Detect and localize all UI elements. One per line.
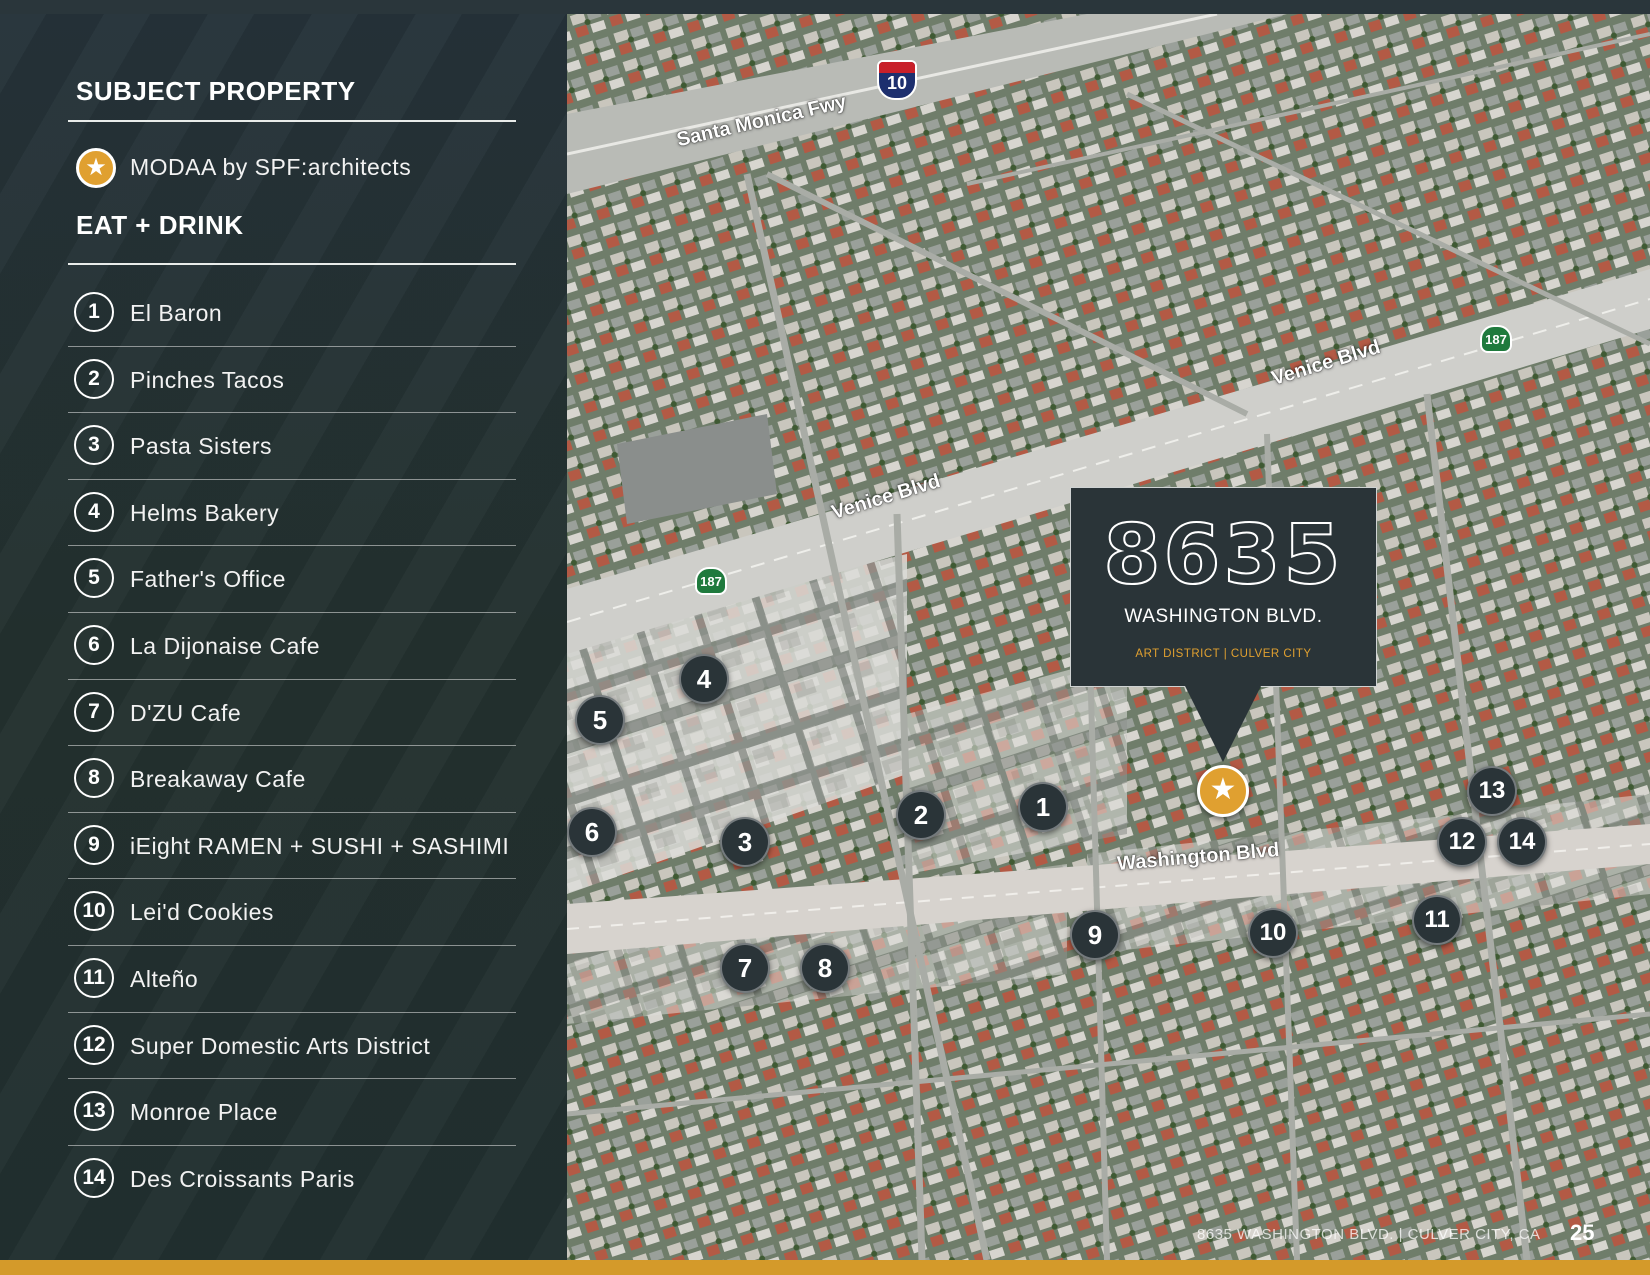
address-number: 8635 — [1102, 507, 1344, 604]
list-item: 4 Helms Bakery — [68, 480, 516, 547]
address-street: WASHINGTON BLVD. — [1124, 606, 1323, 627]
list-item-label: Alteño — [130, 965, 199, 992]
eat-drink-list: 1 El Baron 2 Pinches Tacos 3 Pasta Sisters 4 He… — [68, 280, 516, 1212]
map-marker-4: 4 — [679, 654, 729, 704]
list-item-label: Breakaway Cafe — [130, 766, 306, 793]
list-item-label: La Dijonaise Cafe — [130, 632, 321, 659]
eat-drink-heading: EAT + DRINK — [76, 210, 244, 240]
subject-row: ★ MODAA by SPF:architects — [68, 144, 516, 196]
list-item-label: D'ZU Cafe — [130, 699, 242, 726]
list-item-label: Lei'd Cookies — [130, 899, 274, 926]
property-callout: 8635 WASHINGTON BLVD. ART DISTRICT | CUL… — [1070, 487, 1377, 687]
map-marker-11: 11 — [1412, 895, 1462, 945]
callout-pointer — [1185, 686, 1261, 762]
aerial-map: Santa Monica Fwy 10 Venice Blvd Venice B… — [567, 14, 1650, 1260]
number-badge-icon: 4 — [74, 491, 114, 532]
subject-star-marker-icon: ★ — [1197, 765, 1249, 817]
list-item-label: Monroe Place — [130, 1099, 278, 1126]
list-item: 3 Pasta Sisters — [68, 413, 516, 480]
list-item: 5 Father's Office — [68, 546, 516, 613]
list-item-label: Helms Bakery — [130, 499, 280, 526]
footer-address: 8635 WASHINGTON BLVD. | CULVER CITY, CA — [1197, 1226, 1541, 1243]
list-item-label: Pasta Sisters — [130, 433, 272, 460]
subject-name: MODAA by SPF:architects — [130, 154, 412, 180]
list-item: 14 Des Croissants Paris — [68, 1146, 516, 1213]
list-item: 6 La Dijonaise Cafe — [68, 613, 516, 680]
list-item-label: Father's Office — [130, 566, 286, 593]
map-marker-1: 1 — [1018, 782, 1068, 832]
list-item: 2 Pinches Tacos — [68, 347, 516, 414]
number-badge-icon: 2 — [74, 358, 114, 399]
list-item: 8 Breakaway Cafe — [68, 746, 516, 813]
map-marker-2: 2 — [896, 790, 946, 840]
map-marker-10: 10 — [1248, 908, 1298, 958]
legend-panel: SUBJECT PROPERTY ★ MODAA by SPF:architec… — [0, 14, 567, 1260]
subject-heading: SUBJECT PROPERTY — [76, 76, 356, 106]
eat-drink-rule — [68, 263, 516, 265]
list-item-label: Pinches Tacos — [130, 366, 285, 393]
map-marker-5: 5 — [575, 695, 625, 745]
number-badge-icon: 9 — [74, 824, 114, 865]
list-item-label: El Baron — [130, 300, 223, 326]
map-marker-14: 14 — [1497, 817, 1547, 867]
top-bar — [0, 0, 1650, 14]
number-badge-icon: 3 — [74, 425, 114, 466]
list-item: 12 Super Domestic Arts District — [68, 1013, 516, 1080]
map-marker-3: 3 — [720, 817, 770, 867]
map-marker-12: 12 — [1437, 817, 1487, 867]
list-item-label: iEight RAMEN + SUSHI + SASHIMI — [130, 832, 510, 859]
list-item: 10 Lei'd Cookies — [68, 879, 516, 946]
list-item-label: Super Domestic Arts District — [130, 1032, 431, 1059]
state-route-shield-icon-2: 187 — [1480, 325, 1512, 353]
number-badge-icon: 14 — [74, 1157, 114, 1198]
number-badge-icon: 12 — [74, 1024, 114, 1065]
number-badge-icon: 5 — [74, 558, 114, 599]
star-icon: ★ — [76, 148, 116, 188]
list-item: 1 El Baron — [68, 280, 516, 347]
address-district: ART DISTRICT | CULVER CITY — [1135, 648, 1312, 660]
list-item: 9 iEight RAMEN + SUSHI + SASHIMI — [68, 813, 516, 880]
subject-rule — [68, 120, 516, 122]
state-route-shield-icon: 187 — [695, 567, 727, 595]
map-marker-6: 6 — [567, 807, 617, 857]
number-badge-icon: 11 — [74, 957, 114, 998]
list-item-label: Des Croissants Paris — [130, 1165, 355, 1192]
map-marker-13: 13 — [1467, 766, 1517, 816]
interstate-shield-icon: 10 — [877, 60, 917, 100]
map-marker-9: 9 — [1070, 910, 1120, 960]
list-item: 11 Alteño — [68, 946, 516, 1013]
map-marker-7: 7 — [720, 943, 770, 993]
page-number: 25 — [1570, 1220, 1595, 1245]
number-badge-icon: 1 — [74, 292, 114, 332]
map-marker-8: 8 — [800, 943, 850, 993]
bottom-accent-bar — [0, 1260, 1650, 1275]
list-item: 13 Monroe Place — [68, 1079, 516, 1146]
number-badge-icon: 13 — [74, 1091, 114, 1132]
number-badge-icon: 10 — [74, 891, 114, 932]
number-badge-icon: 8 — [74, 758, 114, 799]
number-badge-icon: 7 — [74, 691, 114, 732]
list-item: 7 D'ZU Cafe — [68, 680, 516, 747]
number-badge-icon: 6 — [74, 624, 114, 665]
